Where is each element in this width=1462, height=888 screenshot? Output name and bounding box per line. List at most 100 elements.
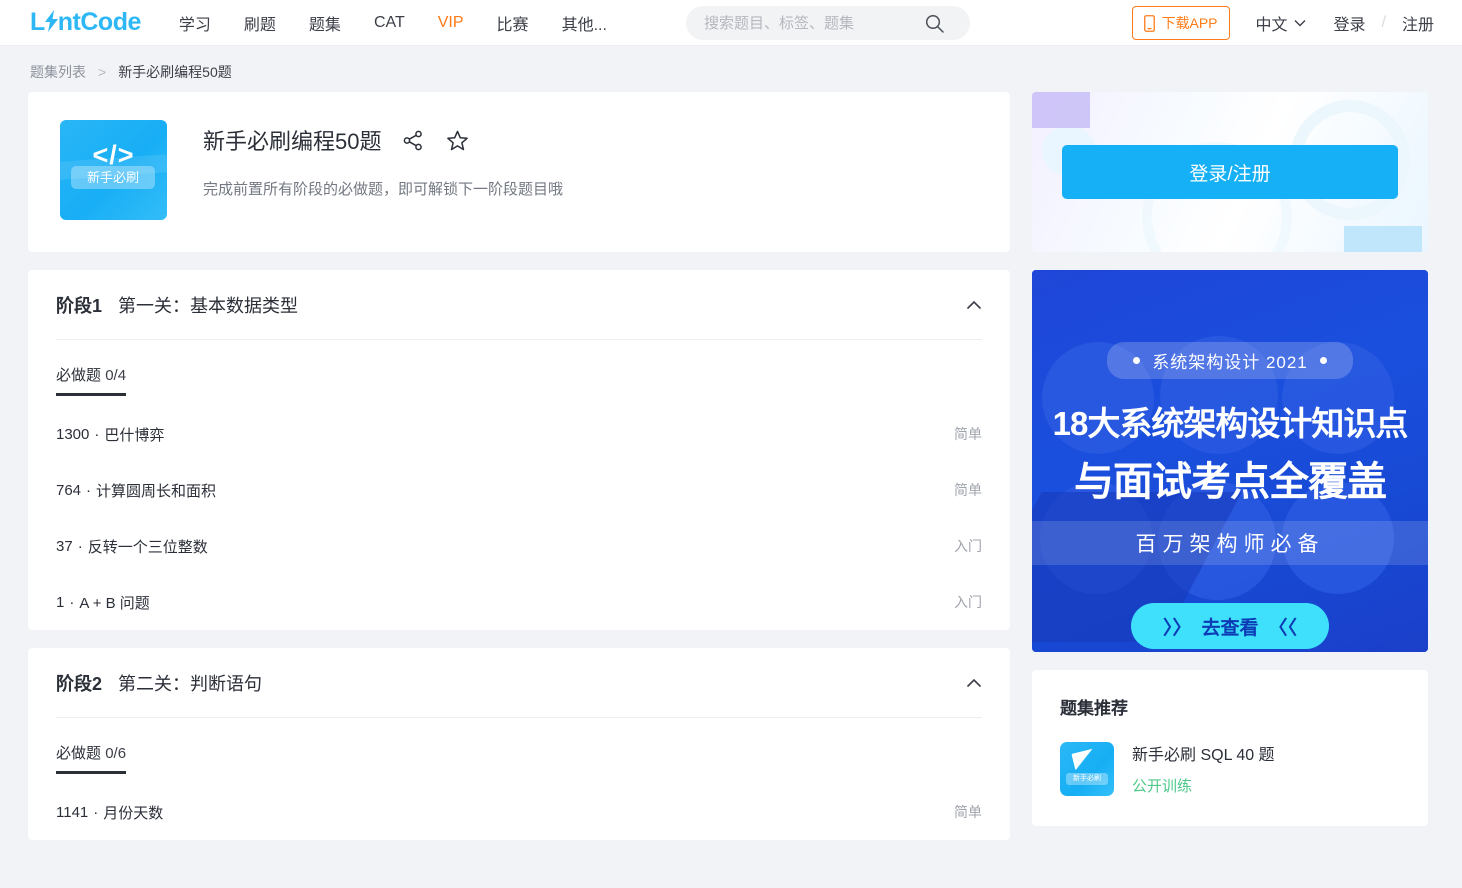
problem-difficulty: 入门 — [954, 538, 982, 554]
ad-pill: 系统架构设计 2021 — [1107, 342, 1353, 379]
language-selector[interactable]: 中文 — [1256, 11, 1306, 35]
recommend-item-body: 新手必刷 SQL 40 题 公开训练 — [1132, 741, 1275, 796]
breadcrumb-parent[interactable]: 题集列表 — [30, 62, 86, 82]
language-label: 中文 — [1255, 17, 1288, 34]
list-item[interactable]: 新手必刷 新手必刷 SQL 40 题 公开训练 — [1060, 741, 1400, 796]
tab-label: 必做题 — [56, 367, 102, 384]
problem-list: 1141 · 月份天数 简单 — [56, 774, 982, 840]
star-outline-icon[interactable] — [446, 129, 469, 152]
breadcrumb-current: 新手必刷编程50题 — [118, 64, 232, 80]
ad-dot-icon — [1319, 357, 1327, 364]
collection-info: 新手必刷编程50题 完成前置所有阶段的必做题，即可解锁下一阶段题目哦 — [203, 120, 563, 199]
problem-name: 月份天数 — [103, 804, 164, 822]
problem-id: 1300 — [56, 425, 90, 443]
breadcrumb-separator: > — [98, 64, 107, 80]
nav-item-vip[interactable]: VIP — [438, 14, 464, 32]
problem-separator: · — [93, 803, 99, 821]
recommend-card: 题集推荐 新手必刷 新手必刷 SQL 40 题 公开训练 — [1032, 670, 1428, 826]
recommend-item-status: 公开训练 — [1132, 778, 1193, 795]
problem-id: 37 — [56, 537, 73, 555]
dolphin-fin-icon — [1071, 748, 1097, 770]
stage-header[interactable]: 阶段2 第二关：判断语句 — [56, 648, 982, 718]
page-title: 新手必刷编程50题 — [203, 129, 382, 154]
tab-count: 0/4 — [105, 367, 127, 384]
phone-icon — [1144, 14, 1156, 32]
nav-item-cat[interactable]: CAT — [374, 14, 405, 32]
register-link[interactable]: 注册 — [1402, 11, 1434, 35]
ad-banner[interactable]: 系统架构设计 2021 18大系统架构设计知识点 与面试考点全覆盖 百万架构师必… — [1032, 270, 1428, 652]
stage-tabs: 必做题 0/4 — [56, 340, 982, 396]
lightning-bolt-icon — [44, 10, 58, 32]
collection-description: 完成前置所有阶段的必做题，即可解锁下一阶段题目哦 — [203, 181, 564, 198]
nav-item-problems[interactable]: 刷题 — [244, 11, 276, 35]
ad-cta-label: 去查看 — [1201, 617, 1259, 639]
logo-text-post: ntCode — [57, 8, 142, 36]
recommend-item-name: 新手必刷 SQL 40 题 — [1132, 747, 1275, 764]
recommend-title: 题集推荐 — [1060, 699, 1128, 718]
breadcrumb: 题集列表 > 新手必刷编程50题 — [0, 52, 1462, 92]
stage-header[interactable]: 阶段1 第一关：基本数据类型 — [56, 270, 982, 340]
ad-subtitle-band: 百万架构师必备 — [1032, 521, 1428, 565]
logo[interactable]: L ntCode — [30, 8, 141, 37]
auth-separator: / — [1381, 14, 1386, 31]
site-header: L ntCode 学习 刷题 题集 CAT VIP 比赛 其他... 下载APP… — [0, 0, 1462, 46]
login-promo-card: 登录/注册 — [1032, 92, 1428, 252]
stage-tabs: 必做题 0/6 — [56, 718, 982, 774]
nav-item-contest[interactable]: 比赛 — [497, 11, 529, 35]
problem-name: 反转一个三位整数 — [87, 538, 208, 556]
problem-separator: · — [86, 481, 92, 499]
problem-row[interactable]: 1141 · 月份天数 简单 — [56, 784, 982, 840]
nav-item-more[interactable]: 其他... — [562, 11, 607, 35]
ad-dot-icon — [1133, 357, 1141, 364]
ad-cta-prefix: 〉〉 — [1162, 617, 1192, 639]
stage-card: 阶段2 第二关：判断语句 必做题 0/6 1141 · 月份天数 简单 — [28, 648, 1010, 840]
stage-number: 阶段2 — [56, 673, 103, 694]
chevron-up-icon[interactable] — [966, 300, 982, 310]
problem-separator: · — [69, 593, 75, 611]
tab-required-problems[interactable]: 必做题 0/6 — [56, 742, 127, 774]
nav-item-collections[interactable]: 题集 — [309, 11, 341, 35]
problem-difficulty: 简单 — [954, 804, 982, 820]
stage-name: 第二关：判断语句 — [118, 673, 263, 694]
stage-name: 第一关：基本数据类型 — [118, 295, 299, 316]
logo-text-pre: L — [30, 8, 45, 36]
collection-header-card: </> 新手必刷 新手必刷编程50题 完成前置所有阶段的必做题，即可解锁下一阶段… — [28, 92, 1010, 252]
problem-separator: · — [77, 537, 83, 555]
problem-name: A + B 问题 — [79, 594, 150, 612]
sidebar: 登录/注册 系统架构设计 2021 18大系统架构设计知识点 与面试考点全覆盖 … — [1032, 92, 1428, 840]
page-body: </> 新手必刷 新手必刷编程50题 完成前置所有阶段的必做题，即可解锁下一阶段… — [0, 92, 1462, 840]
search-icon[interactable] — [925, 14, 944, 38]
share-icon[interactable] — [403, 130, 424, 151]
decor-rect-blue — [1344, 226, 1422, 252]
stage-card: 阶段1 第一关：基本数据类型 必做题 0/4 1300 · 巴什博弈 简单 76… — [28, 270, 1010, 630]
download-app-button[interactable]: 下载APP — [1132, 6, 1230, 40]
problem-separator: · — [94, 425, 100, 443]
tab-label: 必做题 — [56, 745, 102, 762]
problem-row[interactable]: 1 · A + B 问题 入门 — [56, 574, 982, 630]
decor-square-purple — [1032, 92, 1090, 128]
main-column: </> 新手必刷 新手必刷编程50题 完成前置所有阶段的必做题，即可解锁下一阶段… — [28, 92, 1010, 840]
problem-row[interactable]: 1300 · 巴什博弈 简单 — [56, 406, 982, 462]
problem-name: 巴什博弈 — [104, 426, 165, 444]
problem-list: 1300 · 巴什博弈 简单 764 · 计算圆周长和面积 简单 37 · 反转… — [56, 396, 982, 630]
problem-row[interactable]: 764 · 计算圆周长和面积 简单 — [56, 462, 982, 518]
problem-difficulty: 简单 — [954, 482, 982, 498]
ad-headline-2: 与面试考点全覆盖 — [1074, 460, 1387, 504]
problem-row[interactable]: 37 · 反转一个三位整数 入门 — [56, 518, 982, 574]
ad-headline-1: 18大系统架构设计知识点 — [1052, 405, 1409, 442]
login-register-button[interactable]: 登录/注册 — [1062, 145, 1398, 199]
chevron-up-icon[interactable] — [966, 678, 982, 688]
tab-required-problems[interactable]: 必做题 0/4 — [56, 364, 127, 396]
search-input[interactable] — [704, 14, 904, 32]
ad-cta-button[interactable]: 〉〉 去查看 〈〈 — [1131, 603, 1329, 649]
problem-difficulty: 入门 — [954, 594, 982, 610]
tab-count: 0/6 — [105, 745, 127, 762]
nav-item-study[interactable]: 学习 — [179, 11, 211, 35]
problem-id: 1 — [56, 593, 65, 611]
download-app-label: 下载APP — [1161, 15, 1218, 31]
recommend-thumbnail: 新手必刷 — [1060, 741, 1114, 796]
chevron-down-icon — [1294, 19, 1306, 27]
search-box[interactable] — [686, 6, 970, 40]
ad-cta-suffix: 〈〈 — [1268, 617, 1298, 639]
login-link[interactable]: 登录 — [1334, 11, 1366, 35]
